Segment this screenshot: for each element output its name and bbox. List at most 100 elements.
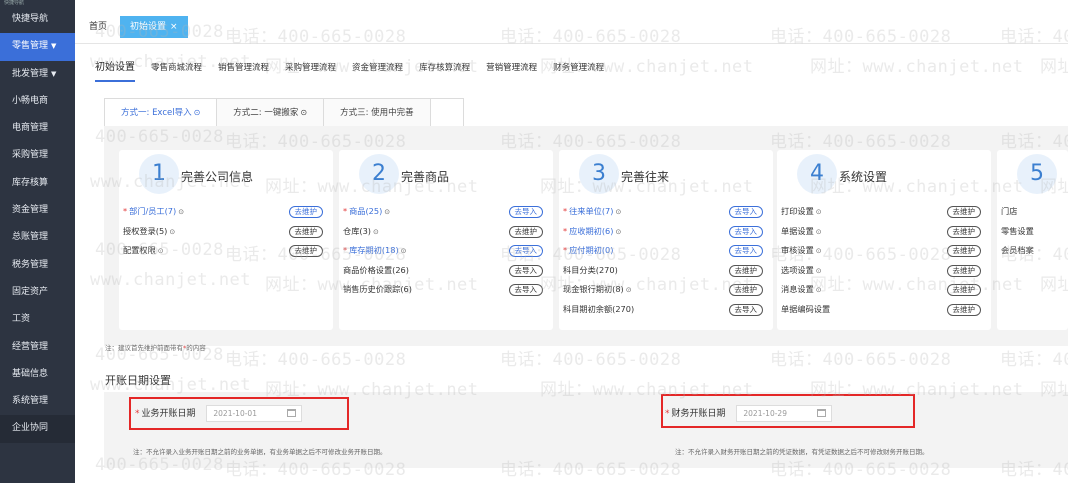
- card-row-action-button[interactable]: 去导入: [508, 264, 543, 277]
- flow-tab[interactable]: 资金管理流程: [352, 56, 403, 82]
- card-row-action-button[interactable]: 去导入: [508, 284, 543, 296]
- card-row-action-button[interactable]: 去维护: [946, 284, 981, 296]
- card-row-label[interactable]: 商品(25): [349, 206, 382, 216]
- circle-arrow-icon[interactable]: ⊙: [816, 286, 822, 294]
- card-row-label: 科目分类(270): [563, 264, 618, 275]
- flow-tab[interactable]: 采购管理流程: [285, 56, 336, 82]
- card-row-action-button[interactable]: 去维护: [946, 225, 981, 238]
- required-note-suffix: 的内容: [186, 344, 206, 352]
- close-icon[interactable]: ×: [170, 22, 178, 32]
- card-row-label: 仓库(3): [343, 225, 371, 236]
- card-row-label[interactable]: 库存期初(18): [349, 245, 399, 255]
- business-open-date-note: 注：不允许录入业务开账日期之前的业务单据，有业务单据之后不可修改业务开账日期。: [133, 448, 387, 456]
- sidebar-item[interactable]: 资金管理: [0, 197, 75, 224]
- card-row-action-button[interactable]: 去维护: [288, 245, 323, 257]
- method-tab[interactable]: 方式三: 使用中完善: [324, 99, 431, 126]
- card-row-label: 单据编码设置: [781, 303, 831, 314]
- card-row-action-button[interactable]: 去维护: [946, 303, 981, 316]
- sidebar-item[interactable]: 固定资产: [0, 279, 75, 306]
- required-star: *: [563, 206, 568, 216]
- sidebar-item[interactable]: 税务管理: [0, 252, 75, 279]
- sidebar-item-label: 经营管理: [12, 341, 49, 352]
- circle-arrow-icon[interactable]: ⊙: [615, 208, 621, 216]
- sidebar-item[interactable]: 基础信息: [0, 361, 75, 388]
- card-row-action-button[interactable]: 去维护: [288, 225, 323, 238]
- sidebar-item-label: 采购管理: [12, 150, 49, 161]
- circle-arrow-icon[interactable]: ⊙: [401, 247, 407, 255]
- card-row-action-button[interactable]: 去导入: [508, 206, 543, 218]
- card-row-action-button[interactable]: 去维护: [508, 225, 543, 238]
- card-row-action-button[interactable]: 去维护: [946, 206, 981, 218]
- flow-tab[interactable]: 零售商城流程: [151, 56, 202, 82]
- sidebar-item[interactable]: 小畅电商: [0, 88, 75, 115]
- method-tab[interactable]: 方式二: 一键搬家 ⊙: [217, 99, 325, 126]
- method-tab[interactable]: 方式一: Excel导入 ⊙: [105, 99, 218, 126]
- flow-tab[interactable]: 财务管理流程: [553, 56, 604, 82]
- sidebar-item[interactable]: 工资: [0, 306, 75, 333]
- circle-arrow-icon[interactable]: ⊙: [626, 286, 632, 294]
- setup-card: 4 系统设置 打印设置 ⊙ 去维护 单据设置 ⊙ 去维护 审核设置 ⊙ 去维护 选项设置 ⊙ 去维护 消息设…: [777, 150, 991, 330]
- card-row: 单据编码设置 去维护: [777, 300, 991, 320]
- card-row-action-button[interactable]: 去维护: [728, 284, 763, 296]
- card-row: 消息设置 ⊙ 去维护: [777, 280, 991, 300]
- required-note: 注：建议首先维护前面带有*的内容: [105, 342, 206, 352]
- card-header: 4 系统设置: [777, 150, 991, 202]
- sidebar: 快捷导航 快捷导航 零售管理 ▼ 批发管理 ▼ 小畅电商 电商管理 采购管理 库存核算 资金管理总…: [0, 0, 75, 483]
- card-row-label[interactable]: 应收期初(6): [569, 226, 613, 236]
- card-row-label[interactable]: 往来单位(7): [569, 206, 613, 216]
- card-row-action-button[interactable]: 去维护: [728, 264, 763, 277]
- card-row-label: 授权登录(5): [123, 225, 168, 236]
- required-star: *: [563, 245, 568, 255]
- card-row-action-button[interactable]: 去导入: [728, 303, 763, 316]
- step-number: 4: [797, 154, 837, 194]
- circle-arrow-icon[interactable]: ⊙: [384, 208, 390, 216]
- sidebar-item[interactable]: 经营管理: [0, 334, 75, 361]
- card-row-action-button[interactable]: 去导入: [728, 206, 763, 218]
- card-title: 完善商品: [401, 170, 450, 184]
- card-row-action-button[interactable]: 去导入: [728, 245, 763, 257]
- card-row-action-button[interactable]: 去导入: [508, 245, 543, 257]
- circle-arrow-icon[interactable]: ⊙: [373, 228, 379, 236]
- card-row-action-button[interactable]: 去维护: [946, 245, 981, 257]
- flow-tabs: 初始设置 零售商城流程 销售管理流程 采购管理流程 资金管理流程 库存核算流程 营销管理流程…: [95, 56, 620, 82]
- tab-initial-settings[interactable]: 初始设置 ×: [120, 16, 188, 38]
- card-row-action-button[interactable]: 去维护: [946, 264, 981, 277]
- sidebar-item[interactable]: 采购管理: [0, 142, 75, 169]
- circle-arrow-icon[interactable]: ⊙: [615, 228, 621, 236]
- card-row-action-button[interactable]: 去导入: [728, 225, 763, 238]
- sidebar-item[interactable]: 企业协同: [0, 415, 75, 443]
- flow-tab[interactable]: 营销管理流程: [486, 56, 537, 82]
- card-row: * 部门/员工(7) ⊙ 去维护: [119, 202, 333, 222]
- card-row: 选项设置 ⊙ 去维护: [777, 261, 991, 281]
- sidebar-item[interactable]: 总账管理: [0, 224, 75, 251]
- sidebar-item[interactable]: 零售管理 ▼: [0, 33, 75, 61]
- card-row-label[interactable]: 应付期初(0): [569, 245, 613, 255]
- sidebar-item[interactable]: 批发管理 ▼: [0, 61, 75, 88]
- circle-arrow-icon[interactable]: ⊙: [816, 247, 822, 255]
- sidebar-item[interactable]: 快捷导航: [0, 6, 75, 33]
- sidebar-item[interactable]: 系统管理: [0, 388, 75, 415]
- sidebar-item-label: 工资: [12, 314, 31, 325]
- sidebar-item[interactable]: 库存核算: [0, 170, 75, 197]
- card-row-action-button[interactable]: 去维护: [288, 206, 323, 218]
- tab-home[interactable]: 首页: [89, 19, 107, 32]
- circle-arrow-icon[interactable]: ⊙: [816, 208, 822, 216]
- circle-arrow-icon[interactable]: ⊙: [816, 228, 822, 236]
- circle-arrow-icon[interactable]: ⊙: [816, 267, 822, 275]
- open-date-section-title: 开账日期设置: [105, 374, 171, 387]
- flow-tab[interactable]: 库存核算流程: [419, 56, 470, 82]
- circle-arrow-icon[interactable]: ⊙: [169, 228, 175, 236]
- circle-arrow-icon[interactable]: ⊙: [158, 247, 164, 255]
- card-row: 门店: [997, 202, 1068, 222]
- setup-card: 3 完善往来 * 往来单位(7) ⊙ 去导入 * 应收期初(6) ⊙ 去导入 * 应付期初(0) 去导入…: [559, 150, 773, 330]
- sidebar-item[interactable]: 电商管理: [0, 115, 75, 142]
- required-star: *: [123, 206, 128, 216]
- setup-card: 2 完善商品 * 商品(25) ⊙ 去导入 仓库(3) ⊙ 去维护 * 库存期初(18) ⊙ 去导入 商品…: [339, 150, 553, 330]
- flow-tab[interactable]: 初始设置: [95, 56, 135, 82]
- card-title: 完善往来: [621, 170, 670, 184]
- circle-arrow-icon[interactable]: ⊙: [178, 208, 184, 216]
- card-row-label[interactable]: 部门/员工(7): [129, 206, 176, 216]
- sidebar-item-label: 总账管理: [12, 232, 49, 243]
- flow-tab[interactable]: 销售管理流程: [218, 56, 269, 82]
- method-tab-label: 方式二: 一键搬家: [233, 108, 299, 118]
